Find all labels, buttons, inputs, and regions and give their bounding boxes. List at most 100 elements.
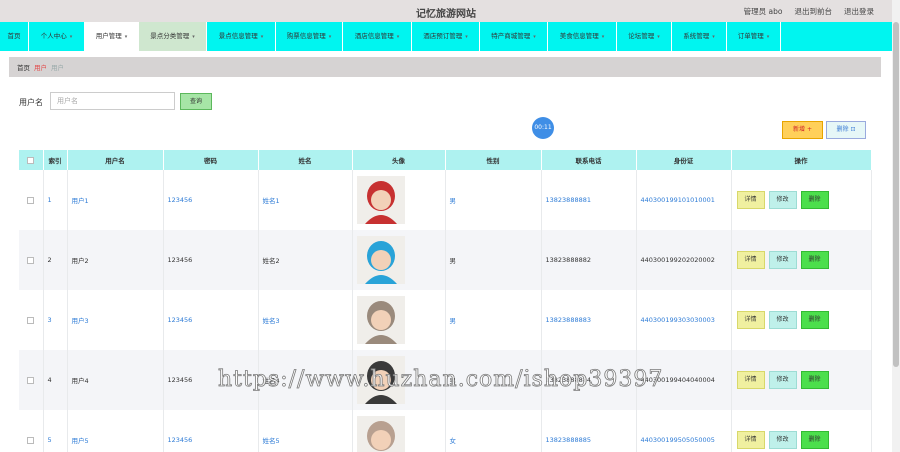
remove-button[interactable]: 删除 xyxy=(800,431,829,449)
phone-cell: 13823888881 xyxy=(541,170,637,230)
row-checkbox[interactable] xyxy=(19,350,44,410)
row-checkbox[interactable] xyxy=(19,170,44,230)
table-row: 2 用户2 123456 姓名2 男 13823888882 440300199202020… xyxy=(19,230,872,290)
phone-cell: 13823888883 xyxy=(541,290,637,350)
chevron-down-icon: ▾ xyxy=(124,34,128,40)
nav-item[interactable]: 论坛管理 ▾ xyxy=(617,22,672,51)
avatar-cell xyxy=(352,290,446,350)
id-card-cell: 440300199101010001 xyxy=(636,170,732,230)
nav-item-label: 酒店预订管理 xyxy=(423,32,463,40)
nav-item[interactable]: 酒店信息管理 ▾ xyxy=(343,22,412,51)
page-scrollbar-thumb[interactable] xyxy=(893,22,899,367)
chevron-down-icon: ▾ xyxy=(328,34,332,40)
nav-item[interactable]: 用户管理 ▾ xyxy=(85,22,139,51)
nav-item-label: 首页 xyxy=(7,32,21,40)
column-header: 身份证 xyxy=(636,150,732,170)
edit-button[interactable]: 修改 xyxy=(768,191,797,209)
name-cell: 姓名4 xyxy=(258,350,353,410)
remove-button[interactable]: 删除 xyxy=(800,251,829,269)
nav-item-label: 用户管理 xyxy=(95,32,122,40)
chevron-down-icon: ▾ xyxy=(396,34,400,40)
timer-badge: 00:11 xyxy=(532,117,554,139)
breadcrumb: 首页 用户 用户 xyxy=(9,57,881,77)
avatar xyxy=(356,356,405,404)
nav-item[interactable]: 购票信息管理 ▾ xyxy=(276,22,343,51)
logout-link[interactable]: 退出登录 xyxy=(844,6,874,17)
add-button[interactable]: 新增 + xyxy=(782,121,823,139)
checkbox-icon[interactable] xyxy=(27,376,35,384)
edit-button[interactable]: 修改 xyxy=(768,311,797,329)
id-card-cell: 440300199404040004 xyxy=(636,350,732,410)
password-cell: 123456 xyxy=(163,350,259,410)
edit-button[interactable]: 修改 xyxy=(768,431,797,449)
avatar-cell xyxy=(352,230,446,290)
avatar-cell xyxy=(352,410,446,452)
topbar-links: 管理员 abo 退出到前台 退出登录 xyxy=(744,6,874,17)
phone-cell: 13823888882 xyxy=(541,230,637,290)
detail-button[interactable]: 详情 xyxy=(736,431,765,449)
nav-item-label: 美食信息管理 xyxy=(559,32,599,40)
chevron-down-icon: ▾ xyxy=(260,34,264,40)
checkbox-icon[interactable] xyxy=(27,256,35,264)
breadcrumb-home[interactable]: 首页 xyxy=(17,62,30,72)
table-row: 1 用户1 123456 姓名1 男 13823888881 440300199101010… xyxy=(19,170,872,230)
remove-button[interactable]: 删除 xyxy=(800,191,829,209)
actions-cell: 详情 修改 删除 xyxy=(731,170,872,230)
edit-button[interactable]: 修改 xyxy=(768,251,797,269)
gender-cell: 男 xyxy=(445,170,542,230)
password-cell: 123456 xyxy=(163,290,259,350)
name-cell: 姓名2 xyxy=(258,230,353,290)
select-all-checkbox[interactable] xyxy=(19,150,44,170)
column-header: 姓名 xyxy=(258,150,353,170)
password-cell: 123456 xyxy=(163,170,259,230)
nav-item[interactable]: 订单管理 ▾ xyxy=(727,22,781,51)
gender-cell: 男 xyxy=(445,230,542,290)
avatar xyxy=(356,176,405,224)
index-cell: 5 xyxy=(43,410,68,452)
detail-button[interactable]: 详情 xyxy=(736,251,765,269)
checkbox-icon[interactable] xyxy=(27,316,35,324)
nav-item[interactable]: 特产商城管理 ▾ xyxy=(480,22,548,51)
nav-item[interactable]: 酒店预订管理 ▾ xyxy=(412,22,480,51)
batch-delete-button[interactable]: 删除 ⊡ xyxy=(826,121,866,139)
column-header: 用户名 xyxy=(67,150,164,170)
detail-button[interactable]: 详情 xyxy=(736,191,765,209)
table-row: 5 用户5 123456 姓名5 女 13823888885 440300199505050… xyxy=(19,410,872,452)
index-cell: 2 xyxy=(43,230,68,290)
detail-button[interactable]: 详情 xyxy=(736,311,765,329)
gender-cell: 女 xyxy=(445,410,542,452)
column-header: 索引 xyxy=(43,150,68,170)
nav-item-label: 论坛管理 xyxy=(628,32,655,40)
nav-item[interactable]: 美食信息管理 ▾ xyxy=(548,22,617,51)
query-button[interactable]: 查询 xyxy=(180,93,212,110)
checkbox-icon[interactable] xyxy=(27,196,35,204)
row-checkbox[interactable] xyxy=(19,290,44,350)
nav-item[interactable]: 个人中心 ▾ xyxy=(29,22,85,51)
detail-button[interactable]: 详情 xyxy=(736,371,765,389)
edit-button[interactable]: 修改 xyxy=(768,371,797,389)
nav-item[interactable]: 景点分类管理 ▾ xyxy=(139,22,207,51)
chevron-down-icon: ▾ xyxy=(192,34,195,40)
nav-item[interactable]: 首页 xyxy=(0,22,29,51)
chevron-down-icon: ▾ xyxy=(712,34,715,40)
breadcrumb-level2[interactable]: 用户 xyxy=(34,62,47,72)
username-cell: 用户4 xyxy=(67,350,164,410)
back-to-front-link[interactable]: 退出到前台 xyxy=(795,6,833,17)
username-search-input[interactable] xyxy=(50,92,175,110)
remove-button[interactable]: 删除 xyxy=(800,371,829,389)
row-checkbox[interactable] xyxy=(19,410,44,452)
nav-item[interactable]: 系统管理 ▾ xyxy=(672,22,727,51)
column-header: 联系电话 xyxy=(541,150,637,170)
column-header: 性别 xyxy=(445,150,542,170)
username-cell: 用户1 xyxy=(67,170,164,230)
index-cell: 1 xyxy=(43,170,68,230)
checkbox-icon[interactable] xyxy=(27,436,35,444)
nav-item[interactable]: 景点信息管理 ▾ xyxy=(207,22,276,51)
chevron-down-icon: ▾ xyxy=(465,34,468,40)
nav-item-label: 个人中心 xyxy=(40,32,67,40)
remove-button[interactable]: 删除 xyxy=(800,311,829,329)
actions-cell: 详情 修改 删除 xyxy=(731,410,872,452)
password-cell: 123456 xyxy=(163,410,259,452)
nav-item-label: 景点分类管理 xyxy=(150,32,190,40)
row-checkbox[interactable] xyxy=(19,230,44,290)
